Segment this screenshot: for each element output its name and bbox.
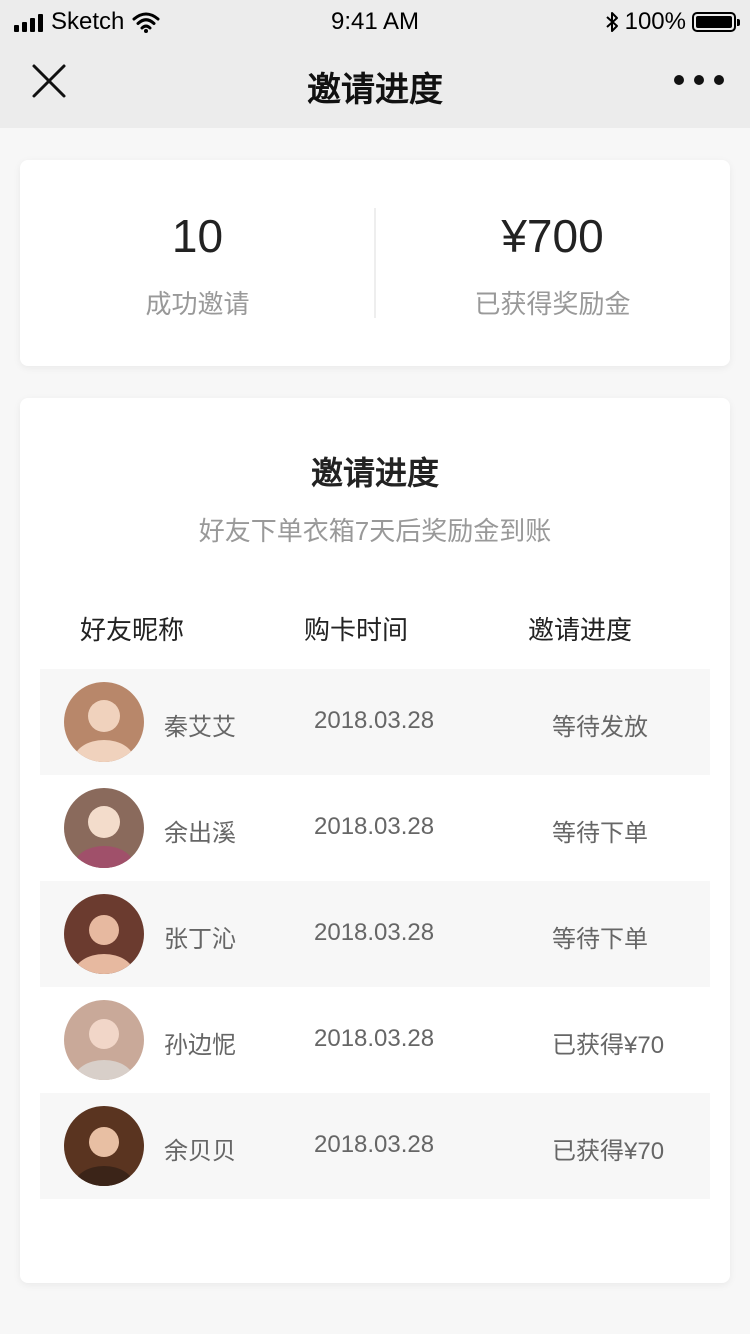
friend-nickname: 秦艾艾 bbox=[164, 714, 236, 741]
column-header-purchase-time: 购卡时间 bbox=[304, 615, 409, 645]
friend-nickname: 余出溪 bbox=[164, 820, 236, 847]
avatar bbox=[64, 894, 144, 974]
column-header-nickname: 好友昵称 bbox=[80, 615, 185, 645]
reward-label: 已获得奖励金 bbox=[474, 289, 631, 319]
table-row[interactable]: 张丁沁 2018.03.28 等待下单 bbox=[40, 881, 710, 987]
invite-status: 等待发放 bbox=[552, 714, 648, 741]
table-row[interactable]: 余贝贝 2018.03.28 已获得¥70 bbox=[40, 1093, 710, 1199]
purchase-time: 2018.03.28 bbox=[314, 1131, 435, 1158]
table-row[interactable]: 余出溪 2018.03.28 等待下单 bbox=[40, 775, 710, 881]
reward-amount: ¥700 bbox=[501, 210, 604, 262]
purchase-time: 2018.03.28 bbox=[314, 1025, 435, 1052]
reward-stat: ¥700 已获得奖励金 bbox=[375, 208, 730, 321]
invite-status: 已获得¥70 bbox=[552, 1138, 665, 1165]
purchase-time: 2018.03.28 bbox=[314, 813, 435, 840]
invites-label: 成功邀请 bbox=[145, 289, 250, 319]
table-header: 好友昵称 购卡时间 邀请进度 bbox=[40, 610, 710, 650]
invites-count: 10 bbox=[171, 210, 224, 262]
avatar-face bbox=[88, 806, 120, 838]
table-row[interactable]: 孙边怩 2018.03.28 已获得¥70 bbox=[40, 987, 710, 1093]
avatar bbox=[64, 788, 144, 868]
purchase-time: 2018.03.28 bbox=[314, 919, 435, 946]
avatar-face bbox=[89, 915, 119, 945]
status-right: 100% bbox=[605, 8, 740, 36]
invite-status: 等待下单 bbox=[552, 926, 648, 953]
avatar bbox=[64, 1106, 144, 1186]
battery-icon bbox=[692, 12, 740, 32]
avatar bbox=[64, 1000, 144, 1080]
invite-status: 等待下单 bbox=[552, 820, 648, 847]
purchase-time: 2018.03.28 bbox=[314, 707, 435, 734]
avatar bbox=[64, 682, 144, 762]
section-title: 邀请进度 bbox=[310, 455, 439, 491]
friend-nickname: 余贝贝 bbox=[164, 1138, 236, 1165]
nav-bar: 邀请进度 bbox=[0, 44, 750, 128]
avatar-face bbox=[88, 700, 120, 732]
more-dots-icon[interactable] bbox=[674, 68, 724, 92]
avatar-face bbox=[89, 1127, 119, 1157]
page-title: 邀请进度 bbox=[307, 71, 443, 109]
bluetooth-icon bbox=[605, 12, 618, 32]
section-subtitle: 好友下单衣箱7天后奖励金到账 bbox=[198, 516, 552, 546]
column-header-status: 邀请进度 bbox=[528, 615, 633, 645]
friend-nickname: 孙边怩 bbox=[164, 1032, 236, 1059]
screen: Sketch 9:41 AM 100% 邀请进度 10 成功邀请 ¥700 已获… bbox=[0, 0, 750, 1334]
avatar-face bbox=[89, 1019, 119, 1049]
progress-card: 邀请进度 好友下单衣箱7天后奖励金到账 好友昵称 购卡时间 邀请进度 秦艾艾 2… bbox=[20, 398, 730, 1283]
friend-nickname: 张丁沁 bbox=[164, 926, 236, 953]
battery-tip bbox=[737, 19, 740, 26]
battery-percent: 100% bbox=[624, 8, 686, 35]
table-row[interactable]: 秦艾艾 2018.03.28 等待发放 bbox=[40, 669, 710, 775]
battery-fill bbox=[696, 16, 732, 28]
table-rows: 秦艾艾 2018.03.28 等待发放 余出溪 2018.03.28 等待下单 bbox=[40, 669, 710, 1199]
invites-stat: 10 成功邀请 bbox=[20, 208, 375, 321]
stats-card: 10 成功邀请 ¥700 已获得奖励金 bbox=[20, 160, 730, 366]
invite-status: 已获得¥70 bbox=[552, 1032, 665, 1059]
status-bar: Sketch 9:41 AM 100% bbox=[0, 0, 750, 44]
